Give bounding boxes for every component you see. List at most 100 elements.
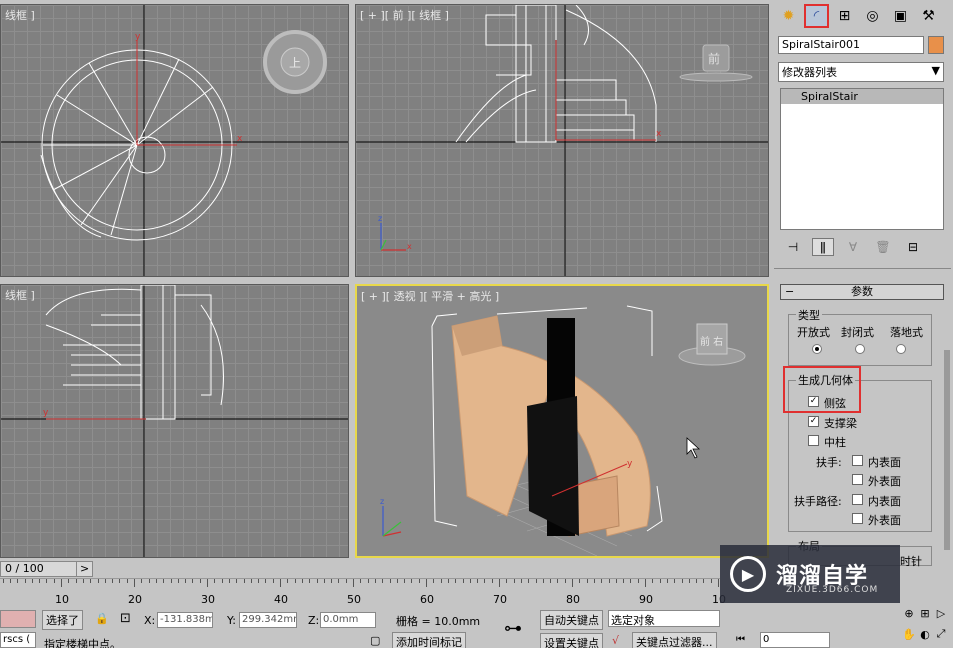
pin-stack-icon[interactable]: ⊣ [782,238,804,256]
timeline-tick [601,579,603,583]
timeline-tick [564,579,566,583]
hierarchy-icon[interactable]: ⊞ [832,4,857,28]
timeline-tick [112,579,114,583]
utilities-icon[interactable]: ⚒ [916,4,941,28]
remove-modifier-icon[interactable]: 🗑 [872,238,894,256]
rail-path-outside-checkbox[interactable] [852,513,863,524]
add-time-tag-button[interactable]: 添加时间标记 [392,632,466,648]
timeline-tick [214,579,216,583]
display-icon[interactable]: ▣ [888,4,913,28]
selected-object-dropdown[interactable]: 选定对象 [608,610,720,627]
handrail-label: 扶手: [816,456,842,469]
current-frame-field[interactable]: 0 [760,632,830,648]
viewcube-front-label[interactable]: 前 [708,50,720,67]
modifier-list-dropdown[interactable]: 修改器列表 ▼ [778,62,944,82]
timeline-tick [447,579,449,583]
pan-icon[interactable]: ✋ [902,627,916,641]
z-coord-field[interactable]: 0.0mm [320,612,376,628]
viewport-left[interactable]: 线框 ] y [0,284,349,558]
timeline-tick [345,579,347,583]
modifier-stack[interactable]: SpiralStair [780,88,944,230]
set-key-check-icon[interactable]: √ [612,634,619,647]
timeline-tick [491,579,493,583]
create-sun-icon[interactable]: ✹ [776,4,801,28]
timeline-tick [272,579,274,583]
stack-buttons: ⊣ ǁ ∀ 🗑 ⊟ [782,238,924,256]
timeline-tick-label: 50 [347,593,361,606]
svg-text:x: x [407,242,412,251]
timeline-tick [280,579,281,587]
carriage-label: 支撑梁 [824,417,857,430]
timeline-tick [659,579,661,583]
show-end-result-icon[interactable]: ǁ [812,238,834,256]
mini-listener-output[interactable]: rscs ( [0,632,36,648]
time-tag-icon[interactable]: ▢ [370,634,380,647]
svg-text:y: y [627,459,633,469]
type-box-radio[interactable] [896,344,906,354]
timeline-tick [615,579,617,583]
timeline-tick [39,579,41,583]
svg-text:y: y [43,408,49,418]
zoom-all-icon[interactable]: ⊞ [918,606,932,620]
timeline-tick [185,579,187,583]
stack-item-spiralstair[interactable]: SpiralStair [781,89,943,104]
timeline-tick [418,579,420,583]
parameters-rollout-header[interactable]: − 参数 [780,284,944,300]
type-open-radio[interactable] [812,344,822,354]
viewcube-top-label[interactable]: 上 [289,54,301,71]
mini-listener[interactable] [0,610,36,628]
viewport-nav-tools: ⊕ ⊞ ▷ ✋ ◐ ⤢ [900,604,953,648]
timeline-tick [258,579,260,583]
timeline-tick [520,579,522,583]
key-filters-button[interactable]: 关键点过滤器... [632,632,717,648]
timeline-tick [148,579,150,583]
maximize-icon[interactable]: ⤢ [934,627,948,641]
object-color-swatch[interactable] [928,36,944,54]
timeline-tick [316,579,318,583]
carriage-checkbox[interactable]: ✓ [808,416,819,427]
timeline-ruler[interactable]: 10 20 30 40 50 60 70 80 90 10 [0,578,726,606]
svg-text:x: x [237,134,243,144]
go-start-icon[interactable]: ⏮ [736,634,745,645]
object-name-field[interactable]: SpiralStair001 [778,36,924,54]
zoom-icon[interactable]: ⊕ [902,606,916,620]
absolute-mode-icon[interactable]: ⊡ [120,611,131,626]
rail-path-inside-checkbox[interactable] [852,494,863,505]
center-pole-checkbox[interactable] [808,435,819,446]
viewcube-persp-label[interactable]: 前 右 [700,333,723,348]
timeline-tick [499,579,500,587]
auto-key-button[interactable]: 自动关键点 [540,610,603,630]
timeline-tick [382,579,384,583]
y-coord-field[interactable]: 299.342mm [239,612,297,628]
set-key-button[interactable]: 设置关键点 [540,633,603,648]
motion-icon[interactable]: ◎ [860,4,885,28]
timeline-tick [637,579,639,583]
handrail-outside-checkbox[interactable] [852,474,863,485]
command-panel-scrollbar[interactable] [944,350,950,550]
time-next-button[interactable]: > [76,561,94,577]
app-window: 线框 ] x y 上 [+][前][线框] x z x 前 线框]… [0,0,953,648]
handrail-inside-checkbox[interactable] [852,455,863,466]
type-closed-label: 封闭式 [841,326,874,339]
x-coord-field[interactable]: -131.838m [157,612,213,628]
watermark-play-icon: ▶ [730,556,766,592]
key-icon[interactable]: ⊶ [504,618,522,639]
generate-geometry-highlight [783,366,861,413]
timeline-tick-label: 10 [55,593,69,606]
timeline-tick [542,579,544,583]
timeline-tick [134,579,135,587]
viewport-top[interactable]: 线框 ] x y 上 [0,4,349,277]
viewport-perspective[interactable]: [ + ][ 透视 ][ 平滑 + 高光 ] y z 前 右 [355,284,769,558]
timeline-tick [455,579,457,583]
timeline-tick-label: 90 [639,593,653,606]
modify-icon[interactable]: ◜ [804,4,829,28]
viewport-front[interactable]: [ + ][ 前 ][ 线框 ] x z x 前 [355,4,769,277]
orbit-icon[interactable]: ◐ [918,627,932,641]
timeline-tick [199,579,201,583]
make-unique-icon[interactable]: ∀ [842,238,864,256]
lock-icon[interactable]: 🔒 [95,612,109,625]
fov-icon[interactable]: ▷ [934,606,948,620]
configure-modifier-icon[interactable]: ⊟ [902,238,924,256]
type-closed-radio[interactable] [855,344,865,354]
timeline-tick [645,579,646,587]
